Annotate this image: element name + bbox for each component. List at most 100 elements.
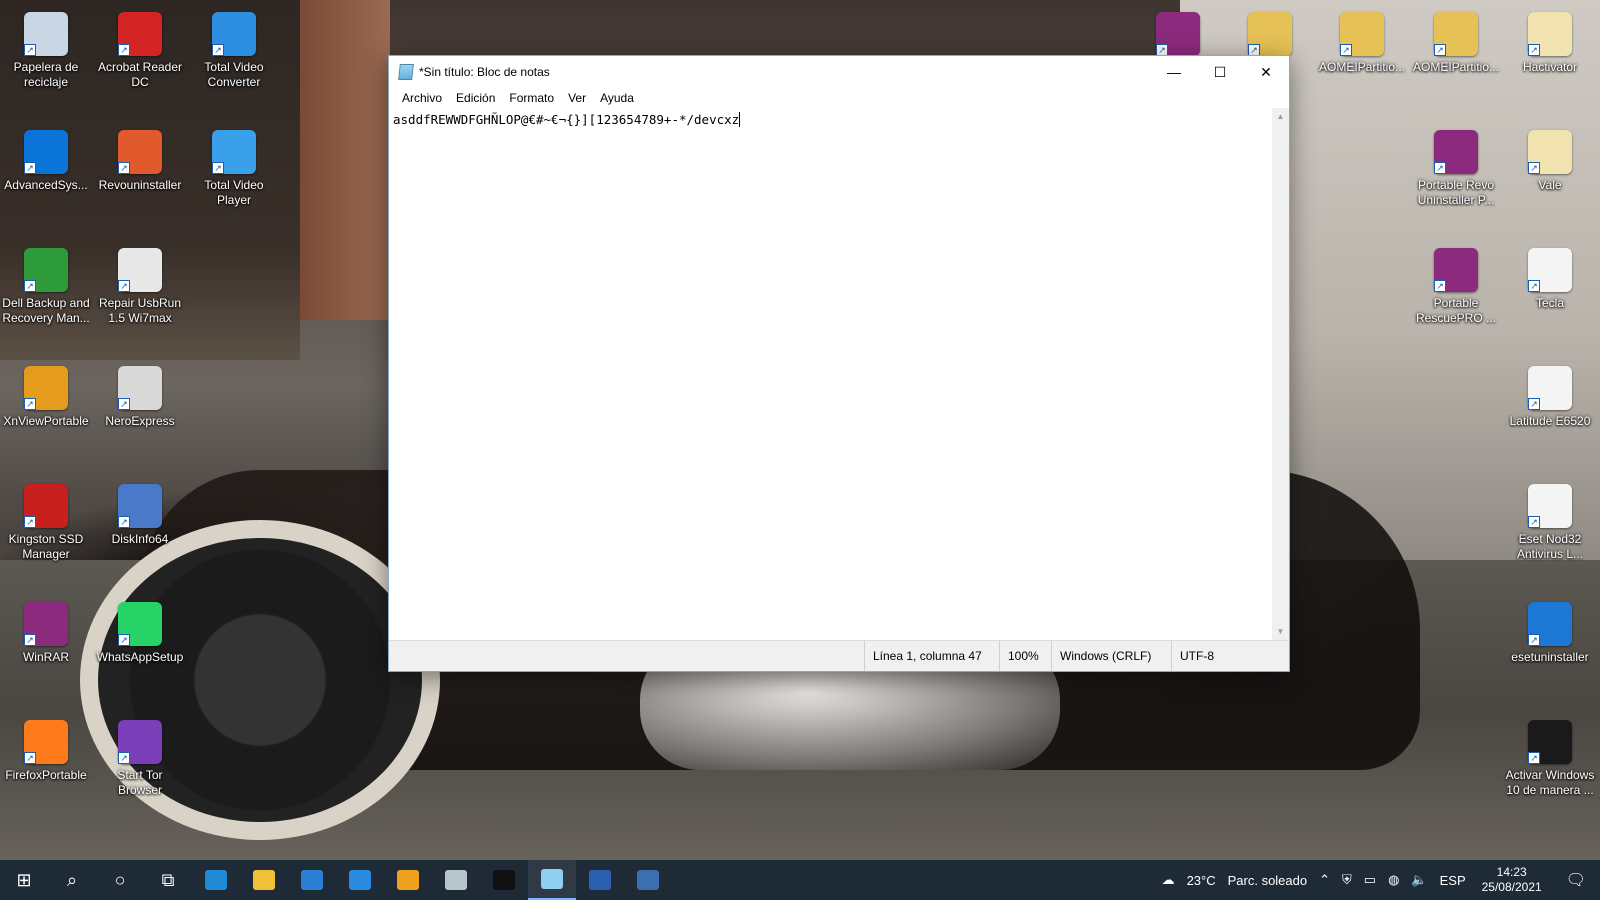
desktop-icon-label: Kingston SSD Manager	[8, 532, 84, 561]
desktop-icon[interactable]: ↗ Dell Backup and Recovery Man...	[0, 242, 92, 350]
shortcut-arrow-icon: ↗	[1528, 752, 1540, 764]
desktop-icon[interactable]: ↗ Hactivator	[1504, 6, 1596, 114]
text-editor[interactable]: asddfREWWDFGHÑLOP@€#~€¬{}][123654789+-*/…	[389, 108, 1273, 640]
taskbar-media-player-button[interactable]	[384, 860, 432, 900]
desktop-icon-label: WinRAR	[22, 650, 69, 664]
scroll-down-icon[interactable]: ▼	[1272, 623, 1289, 640]
acrobat-reader-icon: ↗	[118, 12, 162, 56]
desktop-icon-label: Latitude E6520	[1509, 414, 1591, 428]
menu-edicion[interactable]: Edición	[449, 91, 502, 105]
shortcut-arrow-icon: ↗	[118, 752, 130, 764]
taskbar-search-button[interactable]: ⌕	[48, 860, 96, 900]
desktop-icon[interactable]: ↗ Eset Nod32 Antivirus L...	[1504, 478, 1596, 586]
desktop-icon[interactable]: ↗ XnViewPortable	[0, 360, 92, 468]
status-zoom: 100%	[999, 641, 1051, 671]
shortcut-arrow-icon: ↗	[118, 516, 130, 528]
taskbar-mail-button[interactable]	[336, 860, 384, 900]
taskbar-task-view-button[interactable]: ⧉	[144, 860, 192, 900]
desktop-icon[interactable]: ↗ AdvancedSys...	[0, 124, 92, 232]
taskbar-edge-button[interactable]	[192, 860, 240, 900]
menu-archivo[interactable]: Archivo	[395, 91, 449, 105]
desktop-icon[interactable]: ↗ Latitude E6520	[1504, 360, 1596, 468]
desktop-icon[interactable]: ↗ WinRAR	[0, 596, 92, 704]
network-icon[interactable]: ◍	[1382, 872, 1405, 888]
desktop-icon[interactable]: ↗ Start Tor Browser	[94, 714, 186, 822]
shortcut-arrow-icon: ↗	[24, 398, 36, 410]
media-player-icon	[397, 870, 419, 890]
desktop-icon[interactable]: ↗ Total Video Player	[188, 124, 280, 232]
maximize-button[interactable]: ☐	[1197, 56, 1243, 88]
folder-icon: ↗	[1528, 130, 1572, 174]
weather-desc[interactable]: Parc. soleado	[1222, 873, 1314, 888]
desktop-icon[interactable]: ↗ Kingston SSD Manager	[0, 478, 92, 586]
menu-ayuda[interactable]: Ayuda	[593, 91, 641, 105]
desktop-icon-label: AOMEIPartitio...	[1412, 60, 1500, 74]
taskbar-store-button[interactable]	[288, 860, 336, 900]
clock[interactable]: 14:23 25/08/2021	[1472, 865, 1552, 895]
desktop-icon[interactable]: ↗ Portable Revo Uninstaller P...	[1410, 124, 1502, 232]
taskbar-calculator-button[interactable]	[624, 860, 672, 900]
taskbar-windows-start-button[interactable]: ⊞	[0, 860, 48, 900]
desktop-icon-label: Activar Windows 10 de manera ...	[1505, 768, 1595, 797]
desktop-icon[interactable]: ↗ DiskInfo64	[94, 478, 186, 586]
editor-content: asddfREWWDFGHÑLOP@€#~€¬{}][123654789+-*/…	[393, 112, 740, 127]
notepad-window[interactable]: *Sin título: Bloc de notas — ☐ ✕ Archivo…	[388, 55, 1290, 672]
wallpaper-brick-column	[300, 0, 390, 320]
shortcut-arrow-icon: ↗	[212, 44, 224, 56]
desktop-icon-label: Portable Revo Uninstaller P...	[1417, 178, 1495, 207]
desktop-icon[interactable]: ↗ Revouninstaller	[94, 124, 186, 232]
status-encoding: UTF-8	[1171, 641, 1291, 671]
taskbar-terminal-button[interactable]	[480, 860, 528, 900]
desktop-icon[interactable]: ↗ Papelera de reciclaje	[0, 6, 92, 114]
taskbar-photos-button[interactable]	[432, 860, 480, 900]
desktop-icon[interactable]: ↗ FirefoxPortable	[0, 714, 92, 822]
shortcut-arrow-icon: ↗	[24, 44, 36, 56]
weather-icon[interactable]: ☁	[1156, 872, 1181, 888]
close-button[interactable]: ✕	[1243, 56, 1289, 88]
shield-icon[interactable]: ⛨	[1336, 872, 1358, 888]
volume-icon[interactable]: 🔈	[1405, 872, 1433, 888]
desktop-icon[interactable]: ↗ Total Video Converter	[188, 6, 280, 114]
taskbar-notepad-button[interactable]	[528, 860, 576, 900]
desktop-icon-label: AOMEIPartitio...	[1318, 60, 1406, 74]
language-indicator[interactable]: ESP	[1434, 873, 1472, 888]
shortcut-arrow-icon: ↗	[118, 634, 130, 646]
minimize-button[interactable]: —	[1151, 56, 1197, 88]
store-icon	[301, 870, 323, 890]
desktop-icon[interactable]: ↗ Activar Windows 10 de manera ...	[1504, 714, 1596, 822]
desktop-icon-label: Hactivator	[1522, 60, 1578, 74]
desktop-icon[interactable]: ↗ Repair UsbRun 1.5 Wi7max	[94, 242, 186, 350]
weather-temp[interactable]: 23°C	[1181, 873, 1222, 888]
desktop-icon[interactable]: ↗ Vale	[1504, 124, 1596, 232]
edge-icon	[205, 870, 227, 890]
chevron-up-icon[interactable]: ⌃	[1313, 872, 1336, 888]
desktop-icon[interactable]: ↗ Acrobat Reader DC	[94, 6, 186, 114]
notifications-icon[interactable]: 🗨	[1552, 870, 1600, 890]
desktop-icon-label: Portable RescuePRO ...	[1415, 296, 1497, 325]
shortcut-arrow-icon: ↗	[118, 44, 130, 56]
xnview-icon: ↗	[24, 366, 68, 410]
menu-ver[interactable]: Ver	[561, 91, 593, 105]
scroll-up-icon[interactable]: ▲	[1272, 108, 1289, 125]
clock-time: 14:23	[1496, 865, 1527, 879]
winrar-archive-icon: ↗	[1156, 12, 1200, 56]
battery-icon[interactable]: ▭	[1358, 872, 1382, 888]
shortcut-arrow-icon: ↗	[1528, 634, 1540, 646]
desktop-icon[interactable]: ↗ WhatsAppSetup	[94, 596, 186, 704]
vertical-scrollbar[interactable]: ▲ ▼	[1272, 108, 1289, 640]
desktop-icon[interactable]: ↗ Portable RescuePRO ...	[1410, 242, 1502, 350]
desktop-icon[interactable]: ↗ NeroExpress	[94, 360, 186, 468]
shortcut-arrow-icon: ↗	[1528, 280, 1540, 292]
taskbar-cortana-button[interactable]: ○	[96, 860, 144, 900]
shortcut-arrow-icon: ↗	[118, 280, 130, 292]
photos-icon	[445, 870, 467, 890]
taskbar-file-explorer-button[interactable]	[240, 860, 288, 900]
desktop-icon-label: XnViewPortable	[3, 414, 89, 428]
menu-formato[interactable]: Formato	[502, 91, 561, 105]
desktop-icon[interactable]: ↗ Tecla	[1504, 242, 1596, 350]
desktop-icon[interactable]: ↗ AOMEIPartitio...	[1316, 6, 1408, 114]
taskbar-word-button[interactable]	[576, 860, 624, 900]
desktop-icon[interactable]: ↗ esetuninstaller	[1504, 596, 1596, 704]
title-bar[interactable]: *Sin título: Bloc de notas — ☐ ✕	[389, 56, 1289, 88]
desktop-icon[interactable]: ↗ AOMEIPartitio...	[1410, 6, 1502, 114]
